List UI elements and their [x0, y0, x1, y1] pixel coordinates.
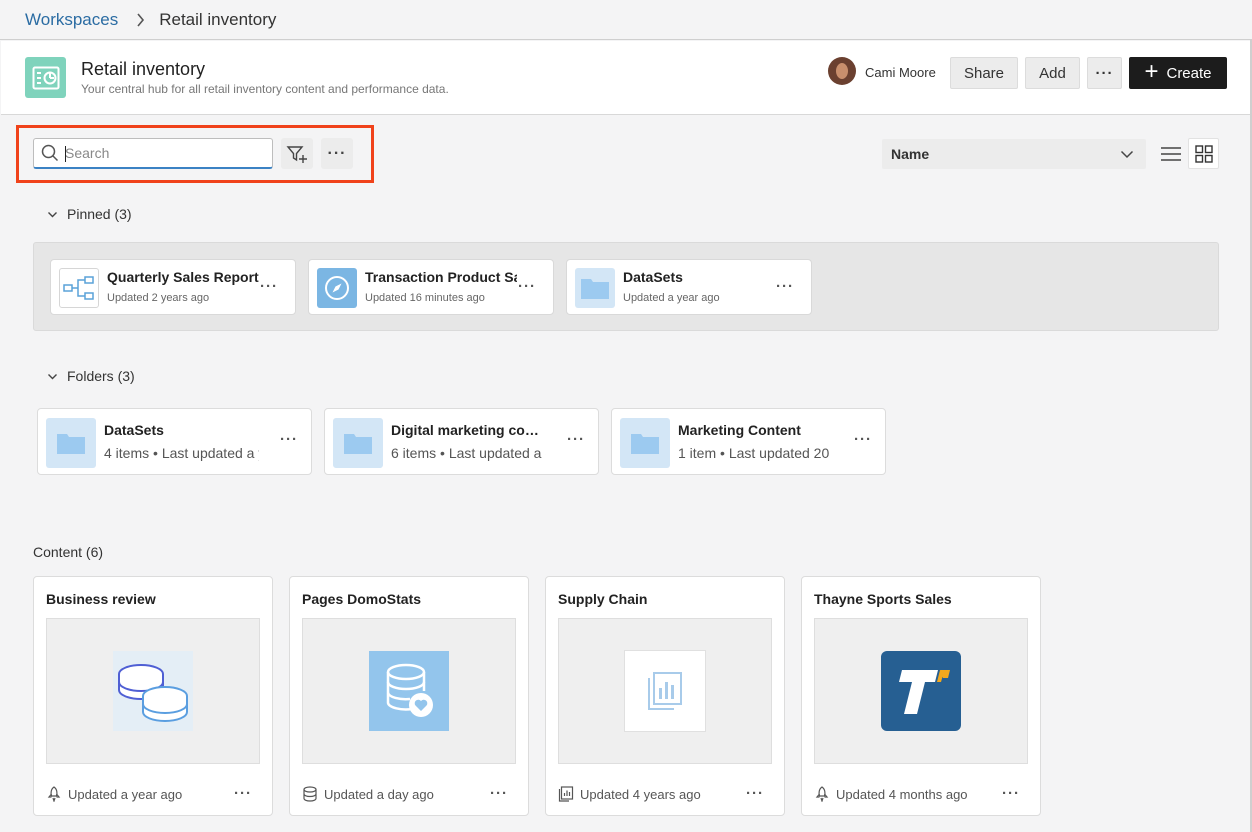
folder-more-button[interactable]: ···	[854, 431, 872, 448]
content-card-thumbnail	[558, 618, 772, 764]
add-button[interactable]: Add	[1025, 57, 1080, 89]
list-view-button[interactable]	[1155, 138, 1187, 169]
content-card[interactable]: Supply Chain Updated 4 years ago ···	[545, 576, 785, 816]
content-card-footer: Updated 4 months ago	[814, 786, 968, 802]
pinned-section-toggle[interactable]: Pinned (3)	[47, 206, 132, 222]
pinned-card[interactable]: DataSets Updated a year ago ···	[566, 259, 812, 315]
folder-title: Marketing Content	[678, 422, 801, 438]
content-card-updated: Updated a day ago	[324, 786, 434, 802]
plus-icon: +	[1144, 58, 1159, 85]
folder-card[interactable]: Digital marketing content 6 items • Last…	[324, 408, 599, 475]
content-card-thumbnail	[46, 618, 260, 764]
content-card-updated: Updated a year ago	[68, 786, 183, 802]
pinned-card-updated: Updated a year ago	[623, 292, 720, 304]
pinned-card[interactable]: Transaction Product Sales Updated 16 min…	[308, 259, 554, 315]
list-icon	[1160, 146, 1182, 162]
workspace-header: Retail inventory Your central hub for al…	[1, 41, 1251, 115]
search-input[interactable]	[65, 145, 255, 161]
sort-dropdown-value: Name	[891, 146, 930, 162]
folder-icon	[46, 418, 96, 468]
content-card-more-button[interactable]: ···	[490, 785, 508, 802]
folder-meta: 1 item • Last updated 20	[678, 445, 830, 461]
folder-more-button[interactable]: ···	[280, 431, 298, 448]
folder-card[interactable]: DataSets 4 items • Last updated a year a…	[37, 408, 312, 475]
content-card[interactable]: Thayne Sports Sales Updated 4 months ago…	[801, 576, 1041, 816]
content-card-updated: Updated 4 years ago	[580, 786, 701, 802]
content-section-title: Content (6)	[33, 544, 104, 560]
workspace-title: Retail inventory	[81, 59, 206, 79]
content-card-title: Thayne Sports Sales	[814, 591, 952, 607]
compass-icon	[317, 268, 357, 308]
chevron-down-icon	[47, 371, 58, 382]
filter-add-icon	[286, 144, 308, 164]
grid-icon	[1194, 144, 1213, 163]
database-icon	[302, 786, 318, 802]
breadcrumb-workspaces-link[interactable]: Workspaces	[25, 10, 118, 30]
content-card-footer: Updated 4 years ago	[558, 786, 701, 802]
create-button-label: Create	[1166, 64, 1212, 82]
breadcrumb: Workspaces Retail inventory	[0, 0, 1252, 40]
coins-thumbnail	[113, 651, 193, 731]
content-card[interactable]: Business review Updated a year ago ···	[33, 576, 273, 816]
search-field[interactable]	[33, 138, 273, 169]
toolbar-more-button[interactable]: ···	[321, 138, 353, 169]
pinned-card-title: DataSets	[623, 269, 683, 285]
content-card-footer: Updated a day ago	[302, 786, 434, 802]
rocket-icon	[46, 786, 62, 802]
report-icon	[558, 786, 574, 802]
content-card-thumbnail	[302, 618, 516, 764]
folder-meta: 4 items • Last updated a year ago	[104, 445, 259, 461]
rocket-icon	[814, 786, 830, 802]
owner-name[interactable]: Cami Moore	[865, 65, 936, 80]
content-card-title: Supply Chain	[558, 591, 648, 607]
folders-section-toggle[interactable]: Folders (3)	[47, 368, 135, 384]
pinned-card-updated: Updated 16 minutes ago	[365, 292, 485, 304]
pinned-card-title: Quarterly Sales Report	[107, 269, 259, 285]
content-card-updated: Updated 4 months ago	[836, 786, 968, 802]
filter-button[interactable]	[281, 138, 313, 169]
folders-section-title: Folders (3)	[67, 368, 135, 384]
workspace-dashboard-icon	[25, 57, 66, 98]
pinned-card-updated: Updated 2 years ago	[107, 292, 210, 304]
share-button[interactable]: Share	[950, 57, 1018, 89]
folder-card[interactable]: Marketing Content 1 item • Last updated …	[611, 408, 886, 475]
folder-icon	[333, 418, 383, 468]
folder-icon	[575, 268, 615, 308]
create-button[interactable]: + Create	[1129, 57, 1227, 89]
report-thumbnail	[624, 650, 706, 732]
content-card-more-button[interactable]: ···	[234, 785, 252, 802]
pinned-card-more-button[interactable]: ···	[776, 278, 794, 295]
folder-title: DataSets	[104, 422, 164, 438]
folder-icon	[620, 418, 670, 468]
pinned-card-more-button[interactable]: ···	[260, 278, 278, 295]
folder-meta: 6 items • Last updated a day ago	[391, 445, 546, 461]
chevron-down-icon	[1120, 147, 1134, 164]
search-icon	[41, 144, 59, 162]
grid-view-button[interactable]	[1188, 138, 1219, 169]
chevron-down-icon	[47, 209, 58, 220]
content-card-footer: Updated a year ago	[46, 786, 182, 802]
content-card-title: Business review	[46, 591, 156, 607]
folder-title: Digital marketing content	[391, 422, 541, 438]
pinned-section-title: Pinned (3)	[67, 206, 132, 222]
dataflow-icon	[59, 268, 99, 308]
content-card-more-button[interactable]: ···	[746, 785, 764, 802]
pinned-card[interactable]: Quarterly Sales Report Updated 2 years a…	[50, 259, 296, 315]
folder-more-button[interactable]: ···	[567, 431, 585, 448]
sort-dropdown[interactable]: Name	[882, 139, 1146, 169]
workspace-subtitle: Your central hub for all retail inventor…	[81, 82, 449, 96]
content-card[interactable]: Pages DomoStats Updated a day ago ···	[289, 576, 529, 816]
content-card-title: Pages DomoStats	[302, 591, 422, 607]
pinned-card-title: Transaction Product Sales	[365, 269, 517, 285]
pinned-card-more-button[interactable]: ···	[518, 278, 536, 295]
content-card-thumbnail	[814, 618, 1028, 764]
thayne-logo-thumbnail	[881, 651, 961, 731]
breadcrumb-current: Retail inventory	[159, 9, 277, 29]
header-more-button[interactable]: ···	[1087, 57, 1122, 89]
database-heart-thumbnail	[369, 651, 449, 731]
avatar[interactable]	[828, 57, 856, 85]
content-card-more-button[interactable]: ···	[1002, 785, 1020, 802]
chevron-right-icon	[136, 12, 145, 27]
